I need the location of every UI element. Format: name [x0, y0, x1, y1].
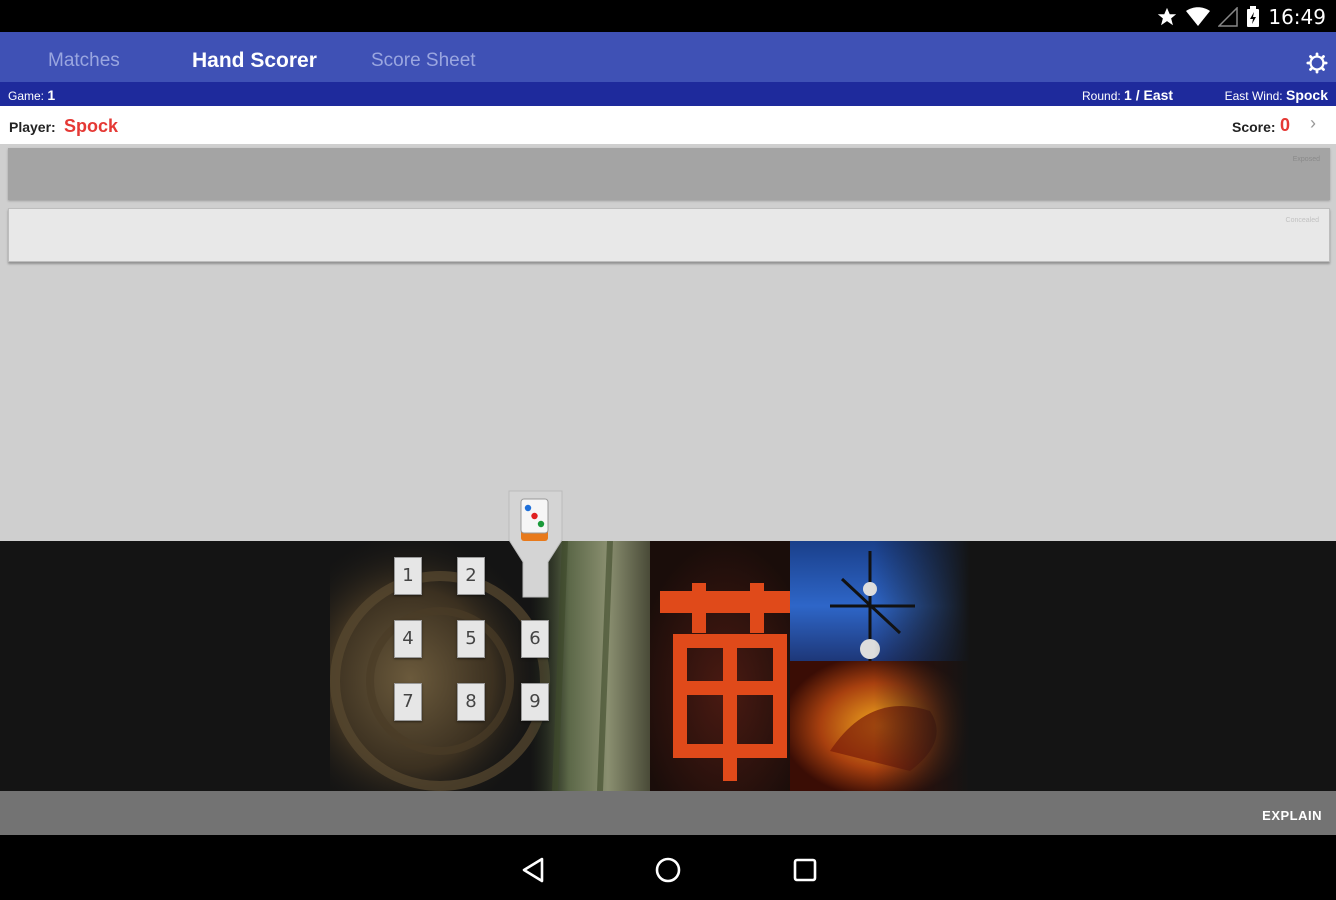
- three-dots-tile-icon: [520, 498, 549, 541]
- concealed-tiles-panel[interactable]: Concealed: [8, 208, 1330, 262]
- app-tab-bar: Matches Hand Scorer Score Sheet: [0, 32, 1336, 82]
- player-name[interactable]: Spock: [64, 116, 118, 137]
- round-info: Round: 1 / East: [1082, 87, 1173, 103]
- number-key-6[interactable]: 6: [521, 620, 549, 658]
- number-key-5[interactable]: 5: [457, 620, 485, 658]
- score-value: 0: [1280, 115, 1291, 135]
- explain-button[interactable]: EXPLAIN: [1262, 808, 1322, 823]
- player-bar[interactable]: Player: Spock Score: 0 ›: [0, 106, 1336, 144]
- number-key-2[interactable]: 2: [457, 557, 485, 595]
- wifi-icon: [1186, 7, 1211, 26]
- number-key-7[interactable]: 7: [394, 683, 422, 721]
- east-wind-info: East Wind: Spock: [1225, 87, 1328, 103]
- status-icons: 16:49: [1156, 4, 1326, 30]
- round-value: 1 / East: [1124, 87, 1174, 103]
- tab-score-sheet[interactable]: Score Sheet: [371, 50, 476, 72]
- tile-keypad-area: 1 2 4 5 6 7 8 9: [0, 541, 1336, 791]
- bottom-action-bar: EXPLAIN: [0, 791, 1336, 835]
- signal-icon: [1218, 7, 1239, 27]
- hand-area: Exposed Concealed: [0, 144, 1336, 541]
- east-wind-value: Spock: [1285, 87, 1328, 103]
- round-label: Round:: [1082, 89, 1121, 103]
- system-navigation-bar: [0, 835, 1336, 900]
- number-key-1[interactable]: 1: [394, 557, 422, 595]
- game-label: Game:: [8, 89, 45, 103]
- number-key-4[interactable]: 4: [394, 620, 422, 658]
- number-key-9[interactable]: 9: [521, 683, 549, 721]
- star-icon: [1158, 7, 1177, 26]
- score-label: Score:: [1232, 119, 1276, 135]
- settings-gear-icon[interactable]: [1306, 52, 1328, 74]
- battery-icon: [1247, 6, 1260, 27]
- exposed-label: Exposed: [1292, 156, 1320, 163]
- chevron-right-icon[interactable]: ›: [1310, 113, 1316, 134]
- tab-matches[interactable]: Matches: [48, 50, 120, 72]
- tab-hand-scorer[interactable]: Hand Scorer: [192, 49, 317, 73]
- number-key-8[interactable]: 8: [457, 683, 485, 721]
- tile-preview-popup[interactable]: [508, 490, 563, 598]
- status-bar: 16:49: [0, 0, 1336, 32]
- game-info-bar: Game: 1 Round: 1 / East East Wind: Spock: [0, 82, 1336, 106]
- east-wind-label: East Wind:: [1224, 89, 1283, 103]
- player-label: Player:: [9, 119, 56, 135]
- clock: 16:49: [1268, 5, 1326, 29]
- recents-icon[interactable]: [790, 855, 820, 885]
- exposed-tiles-panel[interactable]: Exposed: [8, 148, 1330, 200]
- mahjong-artwork: [330, 541, 970, 791]
- home-icon[interactable]: [653, 855, 683, 885]
- game-value: 1: [47, 87, 56, 103]
- game-info: Game: 1: [8, 87, 55, 103]
- concealed-label: Concealed: [1285, 217, 1319, 224]
- back-icon[interactable]: [518, 855, 548, 885]
